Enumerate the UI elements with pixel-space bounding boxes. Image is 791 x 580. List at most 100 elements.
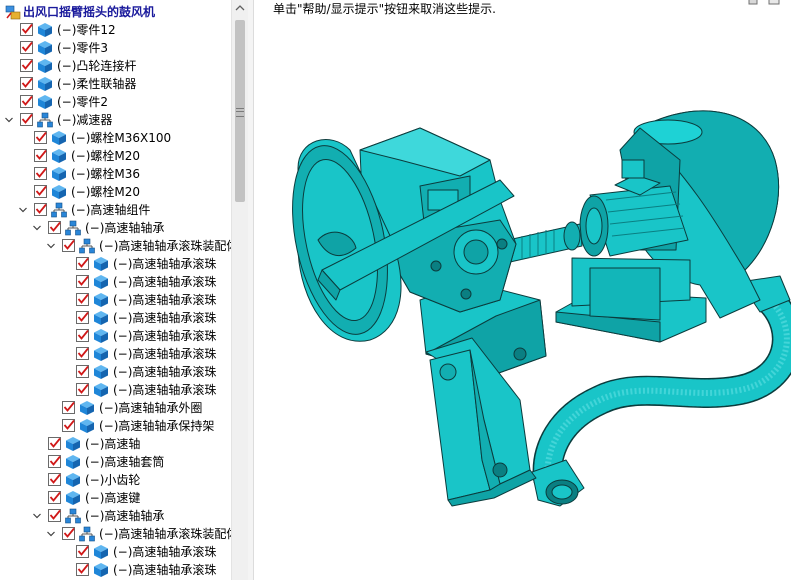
scroll-up-arrow-icon[interactable] xyxy=(232,0,248,17)
checkbox-checked-icon[interactable] xyxy=(48,473,61,486)
checkbox-checked-icon[interactable] xyxy=(48,437,61,450)
feature-tree-panel[interactable]: 出风口摇臂摇头的鼓风机 (−)零件12 (−)零件3 (−)凸轮连接杆 (−)柔性联轴器… xyxy=(0,0,231,580)
tree-row-label: (−)凸轮连接杆 xyxy=(57,59,137,73)
checkbox-checked-icon[interactable] xyxy=(62,419,75,432)
subassembly-icon xyxy=(65,220,81,236)
part-cube-icon xyxy=(93,310,109,326)
tree-row-label: (−)高速轴套筒 xyxy=(85,455,165,469)
part-cube-icon xyxy=(93,328,109,344)
part-cube-icon xyxy=(37,94,53,110)
part-cube-icon xyxy=(93,382,109,398)
part-cube-icon xyxy=(37,40,53,56)
motor-base xyxy=(555,257,707,343)
part-cube-icon xyxy=(65,490,81,506)
checkbox-checked-icon[interactable] xyxy=(76,293,89,306)
tree-row-label: (−)高速轴轴承滚珠 xyxy=(113,347,217,361)
tree-row-label: (−)高速轴轴承 xyxy=(85,509,165,523)
part-cube-icon xyxy=(51,166,67,182)
tree-row-label: (−)柔性联轴器 xyxy=(57,77,137,91)
checkbox-checked-icon[interactable] xyxy=(62,401,75,414)
tree-row-label: (−)高速轴轴承滚珠装配体 xyxy=(99,239,231,253)
checkbox-checked-icon[interactable] xyxy=(48,455,61,468)
checkbox-checked-icon[interactable] xyxy=(76,365,89,378)
coupling-shaft xyxy=(507,221,583,263)
checkbox-checked-icon[interactable] xyxy=(48,509,61,522)
tree-row-label: (−)螺栓M20 xyxy=(71,185,141,199)
checkbox-checked-icon[interactable] xyxy=(34,203,47,216)
part-cube-icon xyxy=(93,346,109,362)
tree-row-label: (−)零件12 xyxy=(57,23,116,37)
chevron-down-icon[interactable] xyxy=(4,115,14,125)
checkbox-checked-icon[interactable] xyxy=(20,23,33,36)
tree-row-label: (−)高速轴 xyxy=(85,437,141,451)
checkbox-checked-icon[interactable] xyxy=(76,257,89,270)
3d-viewport[interactable]: 单击"帮助/显示提示"按钮来取消这些提示. xyxy=(254,0,791,580)
checkbox-checked-icon[interactable] xyxy=(76,347,89,360)
subassembly-icon xyxy=(65,508,81,524)
checkbox-checked-icon[interactable] xyxy=(34,131,47,144)
checkbox-checked-icon[interactable] xyxy=(76,329,89,342)
tree-root-label: 出风口摇臂摇头的鼓风机 xyxy=(23,5,156,19)
assembly-root-icon xyxy=(5,4,21,20)
tree-scrollbar[interactable] xyxy=(231,0,248,580)
tree-row-label: (−)高速轴轴承 xyxy=(85,221,165,235)
tree-row-label: (−)螺栓M36X100 xyxy=(71,131,172,145)
tree-row-label: (−)减速器 xyxy=(57,113,113,127)
subassembly-icon xyxy=(79,526,95,542)
tree-row-label: (−)高速轴轴承滚珠 xyxy=(113,563,217,577)
tree-row-label: (−)高速轴轴承滚珠 xyxy=(113,257,217,271)
tree-row-label: (−)高速轴轴承滚珠 xyxy=(113,545,217,559)
checkbox-checked-icon[interactable] xyxy=(34,149,47,162)
checkbox-checked-icon[interactable] xyxy=(48,491,61,504)
checkbox-checked-icon[interactable] xyxy=(20,77,33,90)
scroll-thumb[interactable] xyxy=(235,20,245,202)
checkbox-checked-icon[interactable] xyxy=(20,95,33,108)
part-cube-icon xyxy=(65,436,81,452)
chevron-down-icon[interactable] xyxy=(18,205,28,215)
checkbox-checked-icon[interactable] xyxy=(34,167,47,180)
checkbox-checked-icon[interactable] xyxy=(76,383,89,396)
part-cube-icon xyxy=(93,274,109,290)
blower-assembly-model[interactable] xyxy=(254,0,791,580)
checkbox-checked-icon[interactable] xyxy=(48,221,61,234)
part-cube-icon xyxy=(93,544,109,560)
checkbox-checked-icon[interactable] xyxy=(76,563,89,576)
subassembly-icon xyxy=(37,112,53,128)
part-cube-icon xyxy=(65,454,81,470)
checkbox-checked-icon[interactable] xyxy=(20,113,33,126)
tree-row-label: (−)高速轴轴承滚珠 xyxy=(113,311,217,325)
part-cube-icon xyxy=(93,292,109,308)
checkbox-checked-icon[interactable] xyxy=(62,527,75,540)
chevron-down-icon[interactable] xyxy=(32,511,42,521)
part-cube-icon xyxy=(51,184,67,200)
tree-row-label: (−)高速轴轴承滚珠 xyxy=(113,293,217,307)
part-cube-icon xyxy=(79,400,95,416)
tree-row-label: (−)零件3 xyxy=(57,41,109,55)
part-cube-icon xyxy=(79,418,95,434)
part-cube-icon xyxy=(93,562,109,578)
checkbox-checked-icon[interactable] xyxy=(76,545,89,558)
part-cube-icon xyxy=(37,22,53,38)
checkbox-checked-icon[interactable] xyxy=(76,275,89,288)
chevron-down-icon[interactable] xyxy=(32,223,42,233)
tree-row-label: (−)螺栓M36 xyxy=(71,167,141,181)
tree-row-label: (−)高速轴轴承外圈 xyxy=(99,401,203,415)
part-cube-icon xyxy=(37,76,53,92)
tree-row-label: (−)高速轴轴承保持架 xyxy=(99,419,215,433)
subassembly-icon xyxy=(51,202,67,218)
checkbox-checked-icon[interactable] xyxy=(62,239,75,252)
part-cube-icon xyxy=(51,148,67,164)
tree-row-label: (−)高速轴轴承滚珠 xyxy=(113,329,217,343)
tree-row-label: (−)高速键 xyxy=(85,491,141,505)
chevron-down-icon[interactable] xyxy=(46,529,56,539)
checkbox-checked-icon[interactable] xyxy=(76,311,89,324)
part-cube-icon xyxy=(37,58,53,74)
tree-row-label: (−)零件2 xyxy=(57,95,109,109)
checkbox-checked-icon[interactable] xyxy=(34,185,47,198)
checkbox-checked-icon[interactable] xyxy=(20,59,33,72)
tree-row-label: (−)螺栓M20 xyxy=(71,149,141,163)
part-cube-icon xyxy=(93,256,109,272)
checkbox-checked-icon[interactable] xyxy=(20,41,33,54)
chevron-down-icon[interactable] xyxy=(46,241,56,251)
scroll-grip-icon xyxy=(236,108,244,117)
